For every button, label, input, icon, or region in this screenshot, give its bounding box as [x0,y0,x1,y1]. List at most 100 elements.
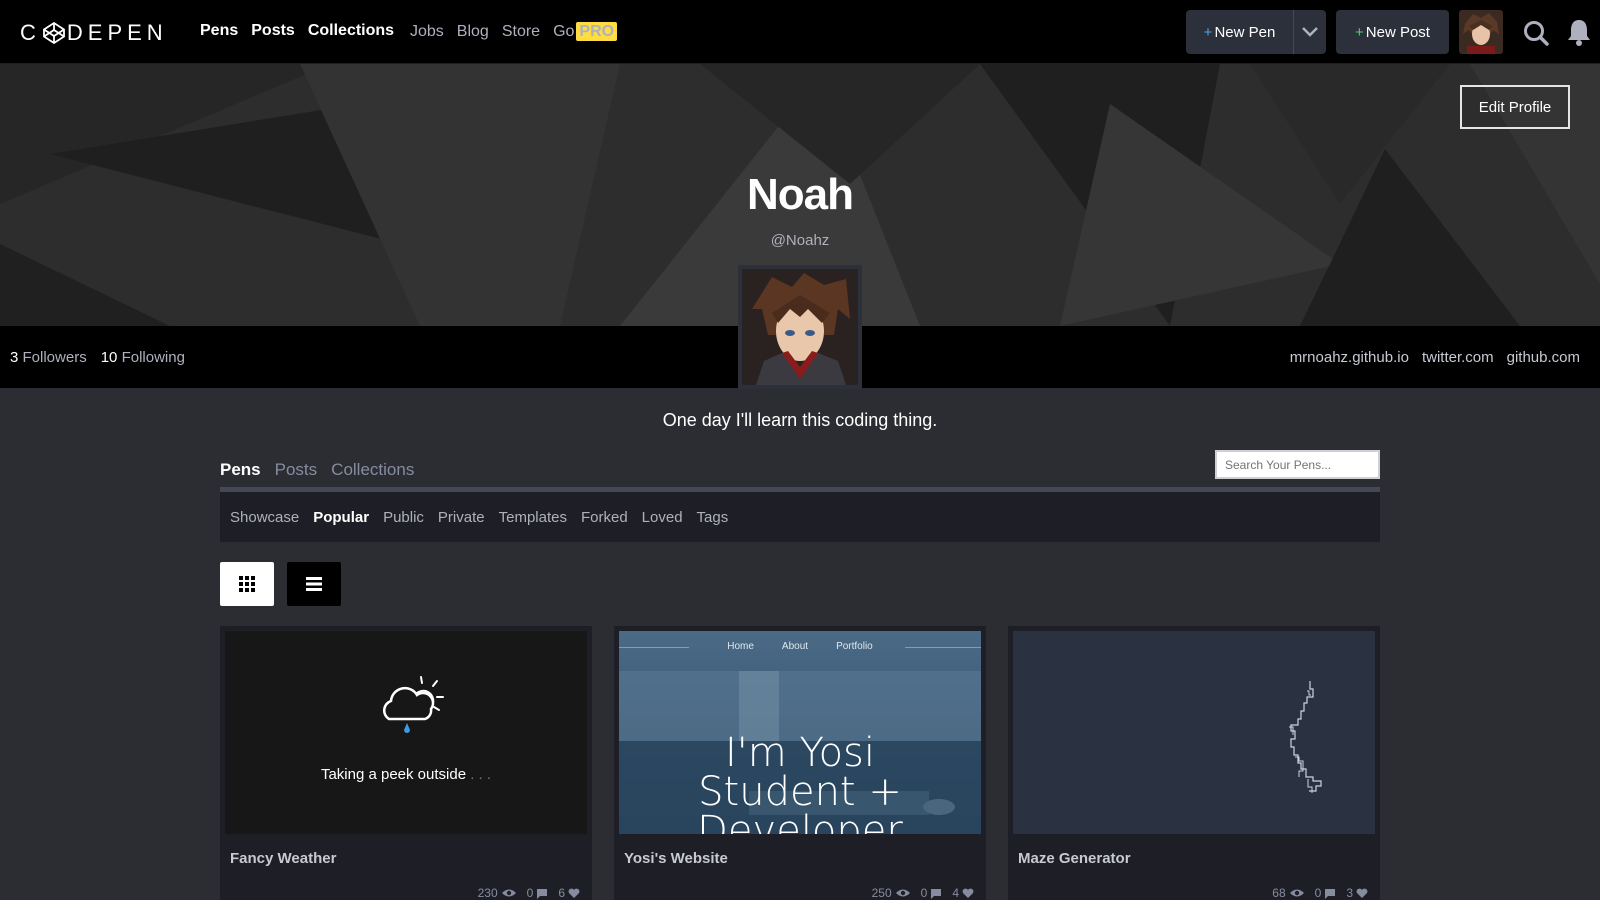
filter-forked[interactable]: Forked [581,509,628,526]
filter-tags[interactable]: Tags [697,509,729,526]
preview-nav-portfolio: Portfolio [836,641,873,652]
grid-view-button[interactable] [220,562,274,606]
user-avatar-menu[interactable] [1459,10,1503,54]
secondary-nav: Jobs Blog Store Go PRO [410,22,618,41]
following-label: Following [121,349,185,366]
comments-count: 0 [920,886,928,900]
preview-nav-about: About [781,641,809,652]
preview-heading-line1: I'm Yosi [724,730,876,776]
filter-loved[interactable]: Loved [642,509,683,526]
new-pen-button[interactable]: + New Pen [1186,10,1294,54]
profile-handle: @Noahz [770,232,830,249]
eye-icon [501,889,516,897]
maze-path-drawing [1289,681,1322,793]
new-pen-button-group: + New Pen [1186,10,1326,54]
comments-count: 0 [526,886,534,900]
pen-preview[interactable]: Home About Portfolio I'm Yosi Student + … [619,631,981,834]
preview-heading-line3: Developer [697,808,903,834]
filter-private[interactable]: Private [438,509,485,526]
pen-preview[interactable]: Taking a peek outside . . . [225,631,587,834]
comments-count: 0 [1314,886,1322,900]
search-pens-input[interactable] [1215,450,1380,479]
pen-card[interactable]: Taking a peek outside . . . Fancy Weathe… [220,626,592,900]
nav-store[interactable]: Store [502,23,540,41]
grid-icon [239,576,255,592]
search-icon[interactable] [1523,20,1549,46]
avatar-image [1459,10,1503,54]
list-view-button[interactable] [287,562,341,606]
preview-nav-home: Home [727,641,754,652]
weather-message: Taking a peek outside [320,766,467,783]
weather-dots: . . . [470,766,492,783]
nav-pens[interactable]: Pens [200,22,238,40]
profile-tabs: Pens Posts Collections [220,460,414,480]
filter-templates[interactable]: Templates [499,509,567,526]
followers-count: 3 [10,349,19,366]
nav-go-pro[interactable]: Go PRO [553,22,618,41]
pen-title[interactable]: Maze Generator [1018,850,1131,867]
plus-icon: + [1355,23,1364,41]
filter-public[interactable]: Public [383,509,424,526]
preview-heading-line2: Student + [698,769,902,815]
heart-icon[interactable] [568,888,580,899]
edit-profile-button[interactable]: Edit Profile [1460,85,1570,129]
pen-stats: 230 0 6 [478,886,580,900]
filter-showcase[interactable]: Showcase [230,509,299,526]
followers-link[interactable]: 3 Followers [10,349,87,366]
weather-cloud-rain-icon [382,676,444,733]
eye-icon [895,889,910,897]
tab-collections[interactable]: Collections [331,460,414,480]
comment-icon [931,888,942,899]
loves-count: 4 [952,886,959,900]
logo-letters-depen: DEPEN [66,20,168,45]
tab-pens[interactable]: Pens [220,460,261,480]
pen-title[interactable]: Fancy Weather [230,850,336,867]
list-icon [306,577,322,591]
notifications-bell-icon[interactable] [1566,18,1592,46]
github-link[interactable]: github.com [1507,349,1580,366]
pens-filter-nav: Showcase Popular Public Private Template… [220,487,1380,542]
new-post-label: New Post [1365,23,1430,41]
weather-preview-text: Taking a peek outside . . . [225,766,587,783]
pen-card[interactable]: Maze Generator 68 0 3 [1008,626,1380,900]
followers-label: Followers [22,349,87,366]
nav-blog[interactable]: Blog [457,23,489,41]
website-link[interactable]: mrnoahz.github.io [1290,349,1409,366]
following-count: 10 [100,349,118,366]
new-pen-label: New Pen [1214,23,1276,41]
views-count: 250 [871,886,892,900]
nav-posts[interactable]: Posts [251,22,295,40]
follow-stats: 3 Followers 10 Following [10,349,185,366]
top-header: C DEPEN Pens Posts Collections Jobs Blog… [0,0,1600,64]
views-count: 68 [1272,886,1286,900]
pen-preview[interactable] [1013,631,1375,834]
profile-bio: One day I'll learn this coding thing. [662,410,938,430]
views-count: 230 [477,886,498,900]
new-pen-dropdown-button[interactable] [1294,27,1326,37]
chevron-down-icon [1302,27,1318,37]
nav-jobs[interactable]: Jobs [410,23,444,41]
new-post-button[interactable]: + New Post [1336,10,1449,54]
primary-nav: Pens Posts Collections [200,22,394,40]
nav-collections[interactable]: Collections [308,22,394,40]
preview-nav: Home About Portfolio [619,641,981,652]
profile-links: mrnoahz.github.io twitter.com github.com [1290,349,1580,366]
pen-stats: 250 0 4 [872,886,974,900]
codepen-logo[interactable]: C DEPEN [20,20,168,46]
tab-posts[interactable]: Posts [275,460,318,480]
comment-icon [1325,888,1336,899]
codepen-cube-icon [42,22,65,44]
heart-icon[interactable] [1356,888,1368,899]
profile-name: Noah [747,170,854,219]
pen-title[interactable]: Yosi's Website [624,850,728,867]
loves-count: 6 [558,886,565,900]
plus-icon: + [1203,23,1213,41]
twitter-link[interactable]: twitter.com [1422,349,1494,366]
following-link[interactable]: 10 Following [101,349,185,366]
pen-stats: 68 0 3 [1272,886,1368,900]
profile-avatar [738,265,862,389]
comment-icon [537,888,548,899]
filter-popular[interactable]: Popular [313,509,369,526]
pen-card[interactable]: Home About Portfolio I'm Yosi Student + … [614,626,986,900]
heart-icon[interactable] [962,888,974,899]
